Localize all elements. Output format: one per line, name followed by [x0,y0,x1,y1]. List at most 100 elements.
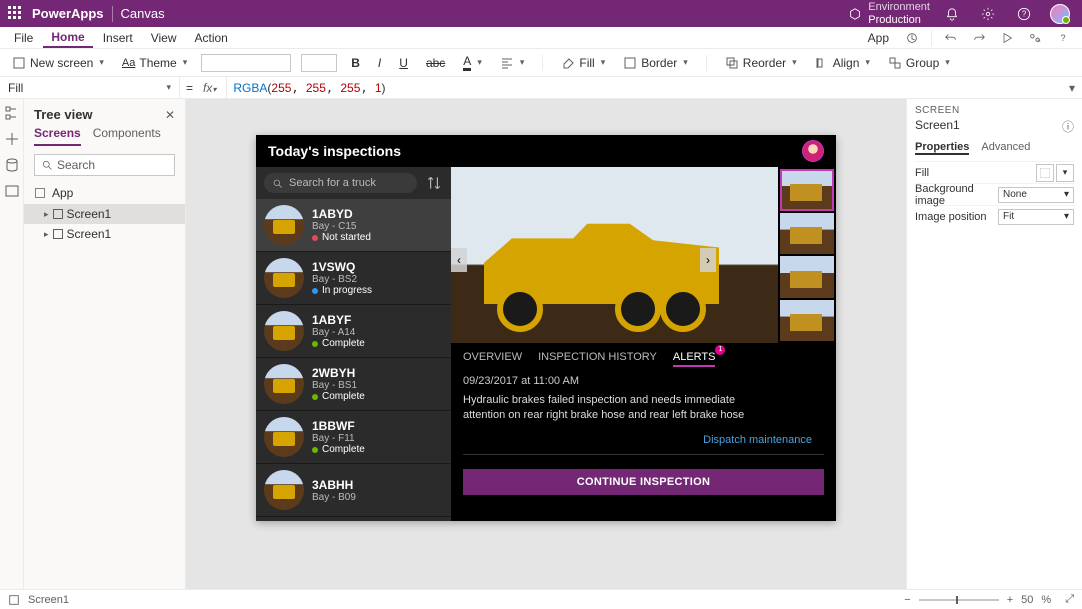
strike-button[interactable]: abc [422,54,449,72]
menu-insert[interactable]: Insert [95,29,141,47]
document-name[interactable]: Canvas [121,6,165,21]
expand-formula-icon[interactable]: ▾ [1062,81,1082,95]
font-color-button[interactable]: A [459,52,486,73]
underline-button[interactable]: U [395,54,412,72]
italic-button[interactable]: I [374,54,385,72]
environment-picker[interactable]: Environment Production [848,1,930,25]
truck-status: Complete [312,444,365,455]
theme-button[interactable]: AaTheme [118,54,191,72]
equals-icon: = [186,81,193,95]
svg-text:?: ? [1060,33,1065,43]
truck-list-item[interactable]: 1BBWF Bay - F11 Complete [256,411,451,464]
prev-image-button[interactable]: ‹ [451,248,467,272]
help2-icon[interactable]: ? [1050,27,1076,49]
fit-to-window-icon[interactable]: ⤢ [1065,593,1074,606]
status-bar: Screen1 − + 50 % ⤢ [0,589,1082,609]
continue-button[interactable]: CONTINUE INSPECTION [463,469,824,495]
reorder-button[interactable]: Reorder [721,54,801,72]
tab-history[interactable]: INSPECTION HISTORY [538,351,657,367]
app-button[interactable]: App [860,29,897,47]
tab-components[interactable]: Components [93,126,161,146]
user-avatar-icon[interactable] [802,140,824,162]
info-icon[interactable]: ⓘ [1062,118,1074,135]
truck-list-item[interactable]: 1ABYD Bay - C15 Not started [256,199,451,252]
canvas-area[interactable]: Today's inspections Search for a truck 1… [186,99,906,589]
truck-thumb-icon [264,417,304,457]
menu-home[interactable]: Home [43,28,92,48]
truck-list-item[interactable]: 2WBYH Bay - BS1 Complete [256,358,451,411]
truck-thumb-icon [264,311,304,351]
formula-input[interactable]: RGBA(255, 255, 255, 1) [227,81,1062,95]
undo-icon[interactable] [938,27,964,49]
tree-node-screen1[interactable]: ▸ Screen1 [24,204,185,224]
checker-icon[interactable] [899,27,925,49]
user-avatar[interactable] [1046,0,1074,27]
font-picker[interactable] [201,54,291,72]
tab-overview[interactable]: OVERVIEW [463,351,522,367]
truck-search-input[interactable]: Search for a truck [264,173,417,193]
border-button[interactable]: Border [619,54,692,72]
app-launcher-icon[interactable] [8,6,24,22]
bold-button[interactable]: B [347,54,364,72]
font-size-picker[interactable] [301,54,337,72]
app-node[interactable]: App [24,182,185,204]
search-icon [272,178,283,189]
close-icon[interactable]: ✕ [165,108,175,122]
tab-advanced[interactable]: Advanced [981,141,1030,155]
formula-bar: Fill▾ = fx▾ RGBA(255, 255, 255, 1) ▾ [0,77,1082,99]
fill-button[interactable]: Fill [557,54,609,72]
truck-list-item[interactable]: 1ABYF Bay - A14 Complete [256,305,451,358]
thumbnail[interactable] [780,256,834,298]
align-text-button[interactable] [496,54,529,72]
tab-alerts[interactable]: ALERTS1 [673,351,716,367]
truck-thumb-icon [264,205,304,245]
redo-icon[interactable] [966,27,992,49]
settings-icon[interactable] [974,0,1002,27]
tree-search-input[interactable]: Search [34,154,175,176]
next-image-button[interactable]: › [700,248,716,272]
truck-list-item[interactable]: 1VSWQ Bay - BS2 In progress [256,252,451,305]
play-icon[interactable] [994,27,1020,49]
sort-icon[interactable] [425,174,443,192]
data-rail-icon[interactable] [4,157,20,173]
tree-title: Tree view [34,107,93,122]
thumbnail[interactable] [780,213,834,255]
truck-name: 1VSWQ [312,260,372,274]
fill-dropdown[interactable]: ▾ [1056,164,1074,182]
menu-view[interactable]: View [143,29,185,47]
zoom-slider[interactable] [919,599,999,601]
notifications-icon[interactable] [938,0,966,27]
imgpos-picker[interactable]: Fit▾ [998,209,1074,225]
align-button[interactable]: Align [811,54,874,72]
menu-bar: File Home Insert View Action App ? [0,27,1082,49]
zoom-in-button[interactable]: + [1007,594,1013,606]
menu-file[interactable]: File [6,29,41,47]
thumbnail[interactable] [780,169,834,211]
share-icon[interactable] [1022,27,1048,49]
truck-list-item[interactable]: 3ABHH Bay - B09 [256,464,451,517]
tree-node-screen1b[interactable]: ▸ Screen1 [24,224,185,244]
truck-bay: Bay - A14 [312,327,365,338]
tab-screens[interactable]: Screens [34,126,81,146]
fx-icon[interactable]: fx▾ [199,81,220,95]
fill-color-picker[interactable] [1036,164,1054,182]
group-button[interactable]: Group [884,54,954,72]
media-rail-icon[interactable] [4,183,20,199]
app-title: Today's inspections [268,143,401,159]
thumbnail[interactable] [780,300,834,342]
divider [112,6,113,22]
zoom-out-button[interactable]: − [904,594,910,606]
truck-thumb-icon [264,364,304,404]
truck-status: Complete [312,338,365,349]
truck-name: 1ABYF [312,313,365,327]
new-screen-button[interactable]: New screen [8,54,108,72]
tree-view-icon[interactable] [4,105,20,121]
tab-properties[interactable]: Properties [915,141,969,155]
truck-name: 3ABHH [312,478,356,492]
property-selector[interactable]: Fill▾ [0,77,180,98]
insert-rail-icon[interactable] [4,131,20,147]
menu-action[interactable]: Action [187,29,236,47]
help-icon[interactable]: ? [1010,0,1038,27]
dispatch-link[interactable]: Dispatch maintenance [463,426,824,455]
bgimg-picker[interactable]: None▾ [998,187,1074,203]
